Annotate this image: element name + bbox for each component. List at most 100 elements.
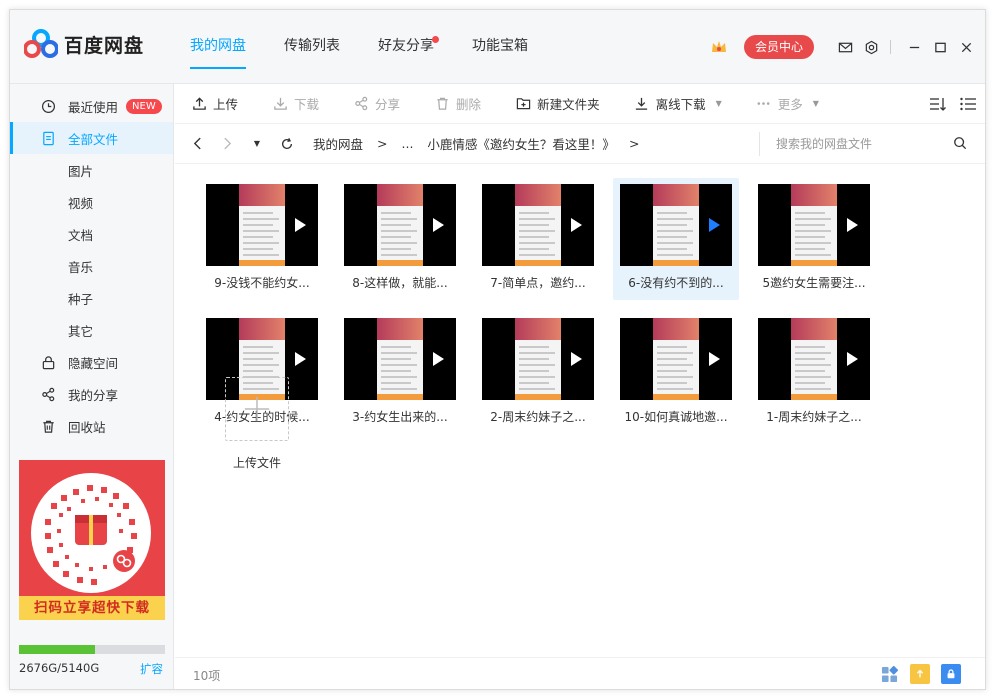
play-icon [571, 352, 582, 366]
file-item[interactable]: 8-这样做，就能... [337, 178, 463, 300]
chevron-down-icon[interactable]: ▼ [813, 99, 819, 108]
thumbnail-text-line [657, 218, 693, 220]
upload-icon [191, 96, 207, 112]
upload-file-button[interactable] [225, 377, 289, 441]
settings-icon[interactable] [860, 36, 882, 58]
video-thumbnail [758, 318, 870, 400]
thumbnail-text-line [657, 382, 687, 384]
file-item[interactable]: 10-如何真诚地邀... [613, 312, 739, 434]
offline-download-button[interactable]: 离线下载 ▼ [634, 94, 722, 113]
chevron-down-icon[interactable]: ▼ [716, 99, 722, 108]
forward-arrow-icon[interactable] [219, 136, 235, 152]
thumbnail-text-line [519, 236, 549, 238]
sidebar-item-torrents[interactable]: 种子 [10, 282, 173, 314]
thumbnail-text-line [519, 388, 555, 390]
safe-box-lock-icon[interactable] [941, 664, 961, 684]
offline-download-icon [634, 96, 650, 112]
thumbnail-text-line [657, 388, 693, 390]
minimize-icon[interactable] [903, 36, 925, 58]
thumbnail-text-line [381, 382, 411, 384]
item-count: 10项 [193, 669, 221, 683]
tab-toolbox[interactable]: 功能宝箱 [472, 10, 528, 84]
file-item[interactable]: 2-周末约妹子之... [475, 312, 601, 434]
thumbnail-text-line [519, 248, 549, 250]
file-item[interactable]: 6-没有约不到的... [613, 178, 739, 300]
plus-icon [244, 396, 270, 422]
thumbnail-text-line [381, 254, 417, 256]
vip-center-button[interactable]: 会员中心 [743, 35, 814, 59]
thumbnail-text-line [519, 358, 549, 360]
file-item[interactable]: 9-没钱不能约女... [199, 178, 325, 300]
new-folder-button[interactable]: 新建文件夹 [515, 94, 600, 113]
sidebar-item-my-share[interactable]: 我的分享 [10, 378, 173, 410]
tab-friend-share[interactable]: 好友分享 [378, 10, 439, 84]
delete-label: 删除 [456, 97, 482, 112]
thumbnail-header [791, 184, 837, 206]
sidebar-item-music[interactable]: 音乐 [10, 250, 173, 282]
sidebar-item-documents[interactable]: 文档 [10, 218, 173, 250]
trash-icon [40, 418, 56, 434]
play-icon [295, 218, 306, 232]
file-item[interactable]: 7-简单点，邀约... [475, 178, 601, 300]
tab-friend-share-label: 好友分享 [378, 38, 434, 54]
file-item[interactable]: 1-周末约妹子之... [751, 312, 877, 434]
sidebar-item-recycle-bin[interactable]: 回收站 [10, 410, 173, 442]
view-controls [917, 96, 977, 112]
mail-icon[interactable] [834, 36, 856, 58]
thumbnail-text-line [657, 254, 693, 256]
breadcrumb-current[interactable]: 小鹿情感《邀约女生？看这里！》 [427, 134, 615, 153]
tab-transfer-list[interactable]: 传输列表 [284, 10, 340, 84]
history-dropdown-icon[interactable]: ▼ [249, 136, 265, 152]
sidebar-item-all-files[interactable]: 全部文件 [10, 122, 173, 154]
sidebar-list: 最近使用 NEW 全部文件 图片 视频 文档 音乐 种子 其它 隐藏空间 我的分… [10, 90, 173, 442]
thumbnail-text-line [243, 358, 273, 360]
thumbnail-text-line [381, 224, 411, 226]
search-box [759, 132, 967, 156]
more-button[interactable]: 更多 ▼ [756, 94, 819, 113]
search-icon[interactable] [953, 136, 967, 153]
upload-button[interactable]: 上传 [191, 94, 238, 113]
file-item[interactable]: 5邀约女生需要注... [751, 178, 877, 300]
expand-storage-link[interactable]: 扩容 [140, 661, 163, 677]
back-arrow-icon[interactable] [189, 136, 205, 152]
tab-my-disk[interactable]: 我的网盘 [190, 10, 246, 84]
apps-grid-icon[interactable] [879, 664, 899, 684]
download-label: 下载 [294, 97, 320, 112]
search-input[interactable] [776, 137, 936, 151]
list-view-icon[interactable] [959, 96, 977, 112]
maximize-icon[interactable] [929, 36, 951, 58]
file-name: 6-没有约不到的... [628, 276, 724, 290]
sidebar-item-recent[interactable]: 最近使用 NEW [10, 90, 173, 122]
thumbnail-text-line [381, 212, 411, 214]
share-button[interactable]: 分享 [353, 94, 400, 113]
sidebar-item-label: 回收站 [68, 419, 106, 435]
title-divider [890, 40, 891, 54]
thumbnail-preview [515, 184, 561, 266]
thumbnail-text-line [795, 254, 831, 256]
download-promo-banner[interactable]: 扫码立享超快下载 [19, 460, 165, 620]
sidebar-item-images[interactable]: 图片 [10, 154, 173, 186]
play-icon [709, 218, 720, 232]
thumbnail-footer [239, 260, 285, 266]
thumbnail-footer [515, 260, 561, 266]
sort-icon[interactable] [929, 96, 947, 112]
sidebar-item-videos[interactable]: 视频 [10, 186, 173, 218]
download-button[interactable]: 下载 [272, 94, 319, 113]
breadcrumb-root[interactable]: 我的网盘 [313, 134, 363, 153]
sidebar-item-other[interactable]: 其它 [10, 314, 173, 346]
upload-folder-icon[interactable] [910, 664, 930, 684]
play-icon [847, 218, 858, 232]
refresh-icon[interactable] [279, 136, 295, 152]
delete-button[interactable]: 删除 [434, 94, 481, 113]
file-name: 9-没钱不能约女... [214, 276, 310, 290]
thumbnail-text-line [381, 218, 417, 220]
sidebar-item-hidden-space[interactable]: 隐藏空间 [10, 346, 173, 378]
thumbnail-text-line [795, 346, 825, 348]
vip-crown-icon[interactable] [710, 38, 728, 56]
file-item[interactable]: 3-约女生出来的... [337, 312, 463, 434]
thumbnail-preview [791, 184, 837, 266]
window-controls: 会员中心 [710, 35, 977, 59]
breadcrumb-ellipsis[interactable]: ... [402, 136, 414, 151]
play-icon [433, 218, 444, 232]
close-icon[interactable] [955, 36, 977, 58]
